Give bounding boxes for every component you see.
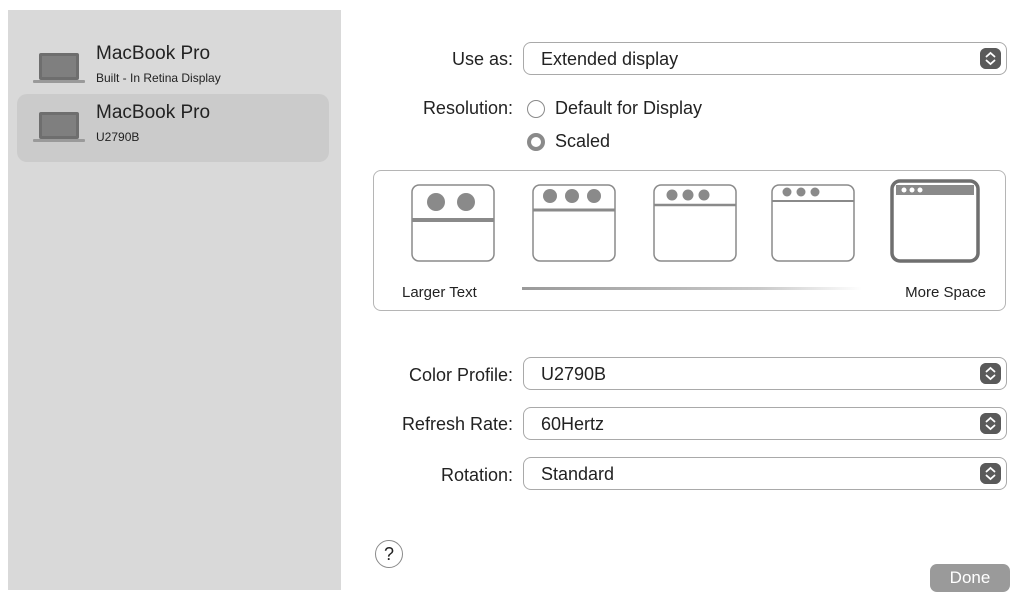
chevron-up-down-icon (980, 363, 1001, 384)
radio-button-selected[interactable] (527, 133, 545, 151)
larger-text-window-icon[interactable] (410, 183, 496, 263)
more-space-window-icon[interactable] (890, 179, 980, 263)
display-item-builtin[interactable]: MacBook Pro Built - In Retina Display (17, 35, 329, 103)
resolution-option-label: Default for Display (555, 98, 703, 118)
rotation-label: Rotation: (440, 465, 513, 485)
radio-button[interactable] (527, 100, 545, 118)
resolution-option-label: Scaled (555, 131, 611, 151)
color-profile-popup[interactable]: U2790B (523, 357, 1007, 390)
help-button[interactable]: ? (375, 540, 403, 568)
chevron-up-down-icon (980, 463, 1001, 484)
display-item-u2790b[interactable]: MacBook Pro U2790B (17, 94, 329, 162)
scale-option-4-window-icon[interactable] (770, 183, 856, 263)
use-as-popup[interactable]: Extended display (523, 42, 1007, 75)
laptop-icon (33, 112, 85, 142)
scaled-resolution-chooser: Larger Text More Space (373, 170, 1006, 311)
display-name: MacBook Pro (96, 43, 211, 64)
chevron-up-down-icon (980, 48, 1001, 69)
rotation-popup[interactable]: Standard (523, 457, 1007, 490)
scale-option-3-window-icon[interactable] (652, 183, 738, 263)
display-settings-panel: Use as: Extended display Resolution: Def… (341, 10, 1028, 592)
resolution-label: Resolution: (422, 98, 513, 118)
refresh-rate-popup[interactable]: 60Hertz (523, 407, 1007, 440)
laptop-icon (33, 53, 85, 83)
color-profile-label: Color Profile: (408, 365, 513, 385)
scale-slider-track[interactable] (522, 287, 862, 290)
display-sidebar: MacBook Pro Built - In Retina Display Ma… (8, 10, 341, 590)
more-space-label: More Space (905, 284, 986, 301)
use-as-value: Extended display (541, 49, 679, 69)
larger-text-label: Larger Text (402, 284, 477, 301)
done-button[interactable]: Done (930, 564, 1010, 592)
scale-option-2-window-icon[interactable] (531, 183, 617, 263)
display-subtitle: Built - In Retina Display (96, 71, 221, 85)
rotation-value: Standard (541, 464, 615, 484)
color-profile-value: U2790B (541, 364, 607, 384)
chevron-up-down-icon (980, 413, 1001, 434)
display-name: MacBook Pro (96, 102, 211, 123)
refresh-rate-label: Refresh Rate: (401, 414, 513, 434)
use-as-label: Use as: (451, 49, 513, 69)
display-subtitle: U2790B (96, 130, 140, 144)
refresh-rate-value: 60Hertz (541, 414, 605, 434)
